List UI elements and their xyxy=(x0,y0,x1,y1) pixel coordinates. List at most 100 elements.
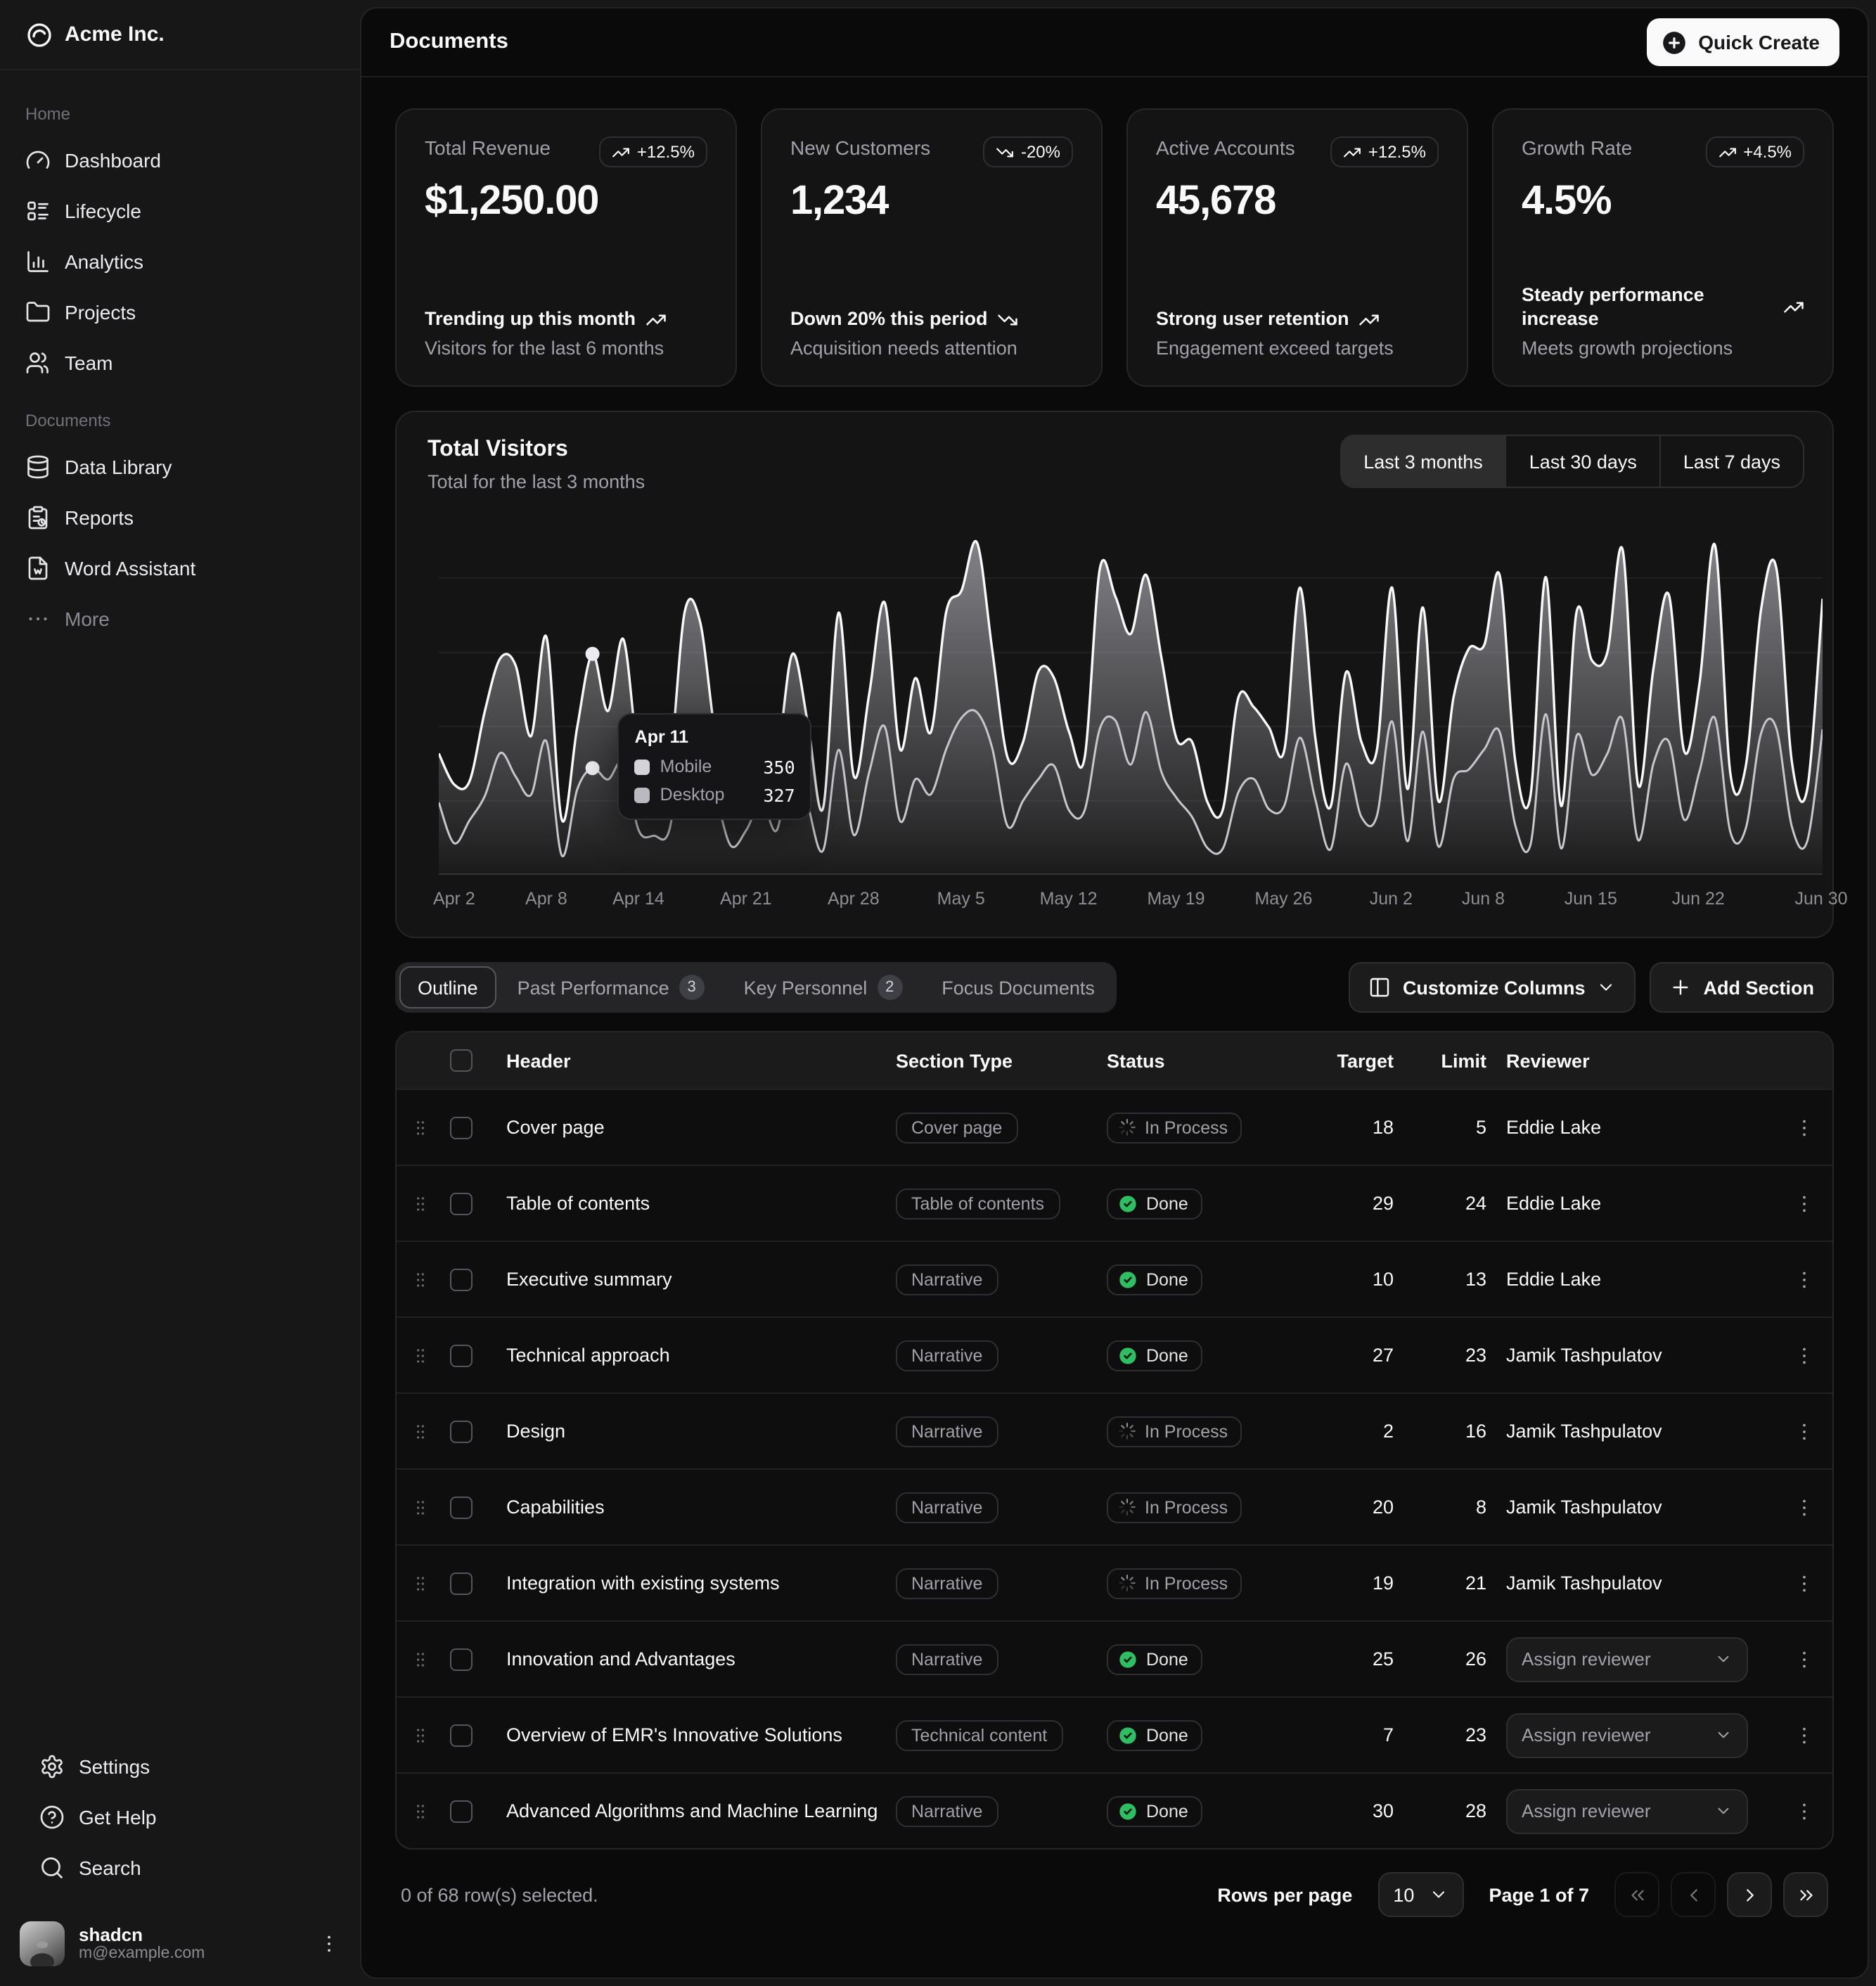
drag-handle[interactable] xyxy=(397,1192,444,1215)
row-actions-kebab[interactable] xyxy=(1776,1420,1832,1442)
sidebar-item-team[interactable]: Team xyxy=(14,338,346,388)
first-page-button[interactable] xyxy=(1614,1872,1659,1917)
last-page-button[interactable] xyxy=(1783,1872,1828,1917)
sidebar-item-dashboard[interactable]: Dashboard xyxy=(14,135,346,186)
row-checkbox[interactable] xyxy=(450,1648,473,1670)
row-actions-kebab[interactable] xyxy=(1776,1268,1832,1290)
drag-handle[interactable] xyxy=(397,1116,444,1139)
row-checkbox[interactable] xyxy=(450,1800,473,1822)
target-value[interactable]: 29 xyxy=(1315,1193,1416,1214)
drag-handle[interactable] xyxy=(397,1572,444,1594)
row-actions-kebab[interactable] xyxy=(1776,1572,1832,1594)
prev-page-button[interactable] xyxy=(1671,1872,1716,1917)
tab-focus-documents[interactable]: Focus Documents xyxy=(923,966,1113,1008)
user-menu[interactable]: shadcn m@example.com xyxy=(0,1904,360,1986)
row-checkbox[interactable] xyxy=(450,1268,473,1290)
row-header-title[interactable]: Overview of EMR's Innovative Solutions xyxy=(501,1724,890,1745)
row-header-title[interactable]: Table of contents xyxy=(501,1193,890,1214)
range-last-30-days[interactable]: Last 30 days xyxy=(1505,436,1659,487)
limit-value[interactable]: 16 xyxy=(1416,1421,1501,1442)
row-actions-kebab[interactable] xyxy=(1776,1496,1832,1518)
limit-value[interactable]: 26 xyxy=(1416,1648,1501,1670)
target-value[interactable]: 19 xyxy=(1315,1572,1416,1594)
row-actions-kebab[interactable] xyxy=(1776,1344,1832,1366)
stat-label: Growth Rate xyxy=(1522,136,1632,159)
chart-plot[interactable]: Apr 11 Mobile 350 Desktop 327 xyxy=(397,506,1832,875)
target-value[interactable]: 30 xyxy=(1315,1800,1416,1821)
limit-value[interactable]: 5 xyxy=(1416,1117,1501,1138)
limit-value[interactable]: 23 xyxy=(1416,1345,1501,1366)
target-value[interactable]: 25 xyxy=(1315,1648,1416,1670)
target-value[interactable]: 10 xyxy=(1315,1269,1416,1290)
target-value[interactable]: 18 xyxy=(1315,1117,1416,1138)
limit-value[interactable]: 13 xyxy=(1416,1269,1501,1290)
drag-handle[interactable] xyxy=(397,1420,444,1442)
quick-create-button[interactable]: Quick Create xyxy=(1646,18,1839,66)
assign-reviewer-select[interactable]: Assign reviewer xyxy=(1506,1636,1748,1681)
sidebar-item-data-library[interactable]: Data Library xyxy=(14,442,346,492)
limit-value[interactable]: 21 xyxy=(1416,1572,1501,1594)
row-checkbox[interactable] xyxy=(450,1420,473,1442)
next-page-button[interactable] xyxy=(1727,1872,1772,1917)
sidebar-item-lifecycle[interactable]: Lifecycle xyxy=(14,186,346,236)
row-actions-kebab[interactable] xyxy=(1776,1724,1832,1746)
sidebar-item-more[interactable]: More xyxy=(14,594,346,644)
row-header-title[interactable]: Executive summary xyxy=(501,1269,890,1290)
assign-reviewer-select[interactable]: Assign reviewer xyxy=(1506,1712,1748,1757)
tab-key-personnel[interactable]: Key Personnel2 xyxy=(726,966,921,1008)
rows-per-page-select[interactable]: 10 xyxy=(1377,1872,1463,1917)
row-header-title[interactable]: Integration with existing systems xyxy=(501,1572,890,1594)
drag-handle[interactable] xyxy=(397,1724,444,1746)
row-actions-kebab[interactable] xyxy=(1776,1800,1832,1822)
limit-value[interactable]: 8 xyxy=(1416,1497,1501,1518)
target-value[interactable]: 20 xyxy=(1315,1497,1416,1518)
sidebar-item-settings[interactable]: Settings xyxy=(28,1741,332,1792)
row-checkbox[interactable] xyxy=(450,1724,473,1746)
sidebar-item-get-help[interactable]: Get Help xyxy=(28,1792,332,1843)
row-checkbox[interactable] xyxy=(450,1572,473,1594)
assign-reviewer-select[interactable]: Assign reviewer xyxy=(1506,1788,1748,1833)
sidebar-item-search[interactable]: Search xyxy=(28,1843,332,1893)
sidebar-item-reports[interactable]: Reports xyxy=(14,492,346,543)
add-section-button[interactable]: Add Section xyxy=(1650,962,1834,1013)
brand[interactable]: Acme Inc. xyxy=(0,0,360,70)
row-header-title[interactable]: Innovation and Advantages xyxy=(501,1648,890,1670)
tab-outline[interactable]: Outline xyxy=(399,966,496,1008)
row-checkbox[interactable] xyxy=(450,1344,473,1366)
row-checkbox[interactable] xyxy=(450,1192,473,1215)
drag-handle[interactable] xyxy=(397,1344,444,1366)
row-actions-kebab[interactable] xyxy=(1776,1192,1832,1215)
drag-handle[interactable] xyxy=(397,1800,444,1822)
section-type-badge: Narrative xyxy=(896,1416,998,1447)
row-header-title[interactable]: Advanced Algorithms and Machine Learning xyxy=(501,1800,890,1821)
target-value[interactable]: 7 xyxy=(1315,1724,1416,1745)
row-header-title[interactable]: Cover page xyxy=(501,1117,890,1138)
row-actions-kebab[interactable] xyxy=(1776,1648,1832,1670)
reviewer-name: Jamik Tashpulatov xyxy=(1506,1421,1662,1442)
table-toolbar: OutlinePast Performance3Key Personnel2Fo… xyxy=(395,962,1834,1013)
range-last-3-months[interactable]: Last 3 months xyxy=(1341,436,1505,487)
select-all-checkbox[interactable] xyxy=(450,1049,473,1072)
sidebar-item-projects[interactable]: Projects xyxy=(14,287,346,338)
customize-columns-button[interactable]: Customize Columns xyxy=(1349,962,1636,1013)
row-checkbox[interactable] xyxy=(450,1116,473,1139)
sidebar-item-word-assistant[interactable]: Word Assistant xyxy=(14,543,346,594)
drag-handle[interactable] xyxy=(397,1496,444,1518)
target-value[interactable]: 2 xyxy=(1315,1421,1416,1442)
row-checkbox[interactable] xyxy=(450,1496,473,1518)
sidebar-item-analytics[interactable]: Analytics xyxy=(14,236,346,287)
tab-past-performance[interactable]: Past Performance3 xyxy=(499,966,723,1008)
row-header-title[interactable]: Capabilities xyxy=(501,1497,890,1518)
area-chart[interactable] xyxy=(439,529,1823,875)
row-header-title[interactable]: Technical approach xyxy=(501,1345,890,1366)
row-header-title[interactable]: Design xyxy=(501,1421,890,1442)
target-value[interactable]: 27 xyxy=(1315,1345,1416,1366)
drag-handle[interactable] xyxy=(397,1648,444,1670)
limit-value[interactable]: 23 xyxy=(1416,1724,1501,1745)
limit-value[interactable]: 28 xyxy=(1416,1800,1501,1821)
range-last-7-days[interactable]: Last 7 days xyxy=(1659,436,1803,487)
user-kebab-icon[interactable] xyxy=(318,1933,340,1955)
limit-value[interactable]: 24 xyxy=(1416,1193,1501,1214)
row-actions-kebab[interactable] xyxy=(1776,1116,1832,1139)
drag-handle[interactable] xyxy=(397,1268,444,1290)
